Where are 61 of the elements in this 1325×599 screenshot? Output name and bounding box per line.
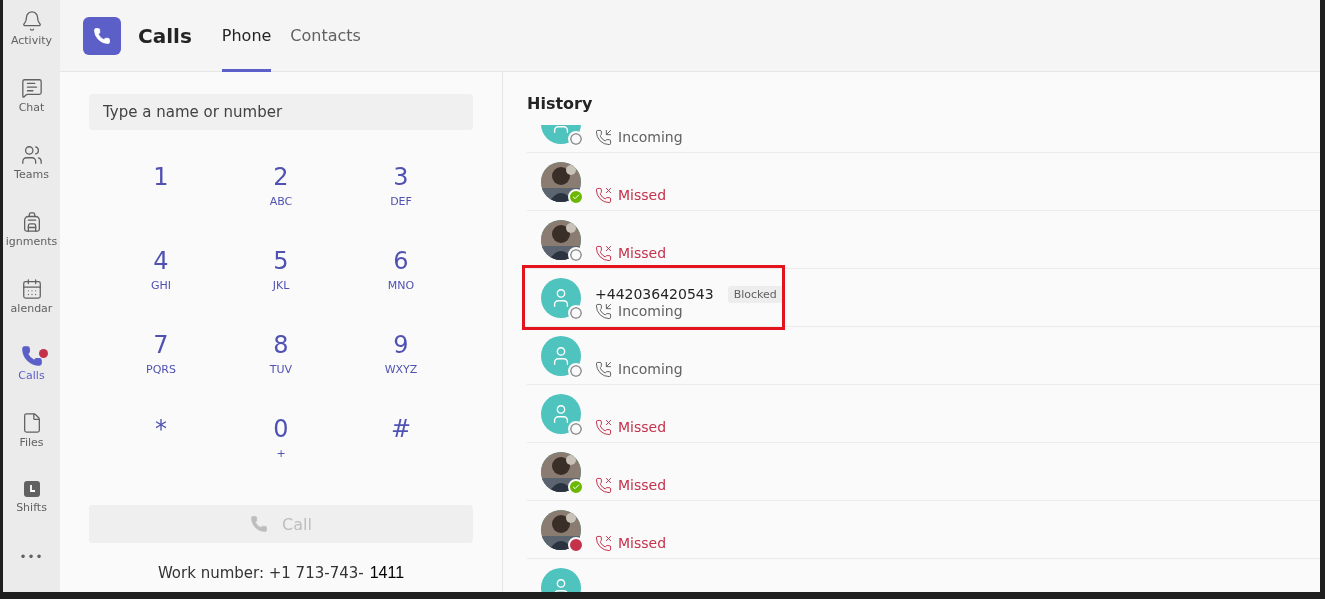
dial-key[interactable]: # xyxy=(341,414,461,498)
phone-number: +442036420543 xyxy=(595,286,714,302)
call-type: Incoming xyxy=(618,361,683,377)
rail-item[interactable]: Activity xyxy=(3,10,60,77)
dial-key[interactable]: 9 WXYZ xyxy=(341,330,461,414)
history-row[interactable]: Missed xyxy=(527,443,1320,501)
rail-item[interactable]: Teams xyxy=(3,144,60,211)
dial-key[interactable]: 3 DEF xyxy=(341,162,461,246)
phone-icon xyxy=(250,515,269,533)
work-number-suffix: 1411 xyxy=(369,564,405,582)
call-type: Missed xyxy=(618,477,667,493)
dial-key[interactable]: 0 + xyxy=(221,414,341,498)
dial-key[interactable]: 7 PQRS xyxy=(101,330,221,414)
calendar-icon xyxy=(20,278,43,300)
dial-key[interactable]: 2 ABC xyxy=(221,162,341,246)
phone-icon xyxy=(20,345,43,367)
history-row[interactable]: +442036420543 Blocked Incoming xyxy=(527,269,1320,327)
tab[interactable]: Contacts xyxy=(290,0,361,72)
people-icon xyxy=(20,144,43,166)
more-button[interactable]: ••• xyxy=(19,550,44,564)
history-title: History xyxy=(527,94,594,113)
missed-call-icon xyxy=(595,244,612,262)
missed-call-icon xyxy=(595,476,612,494)
history-row[interactable]: Missed xyxy=(527,211,1320,269)
incoming-call-icon xyxy=(595,128,612,146)
rail-item[interactable]: Chat xyxy=(3,77,60,144)
dial-key[interactable]: 8 TUV xyxy=(221,330,341,414)
incoming-call-icon xyxy=(595,360,612,378)
dial-key[interactable]: 4 GHI xyxy=(101,246,221,330)
missed-call-icon xyxy=(595,534,612,552)
rail-item[interactable]: ignments xyxy=(3,211,60,278)
phone-icon xyxy=(93,26,111,45)
work-number-label: Work number: +1 713-743- xyxy=(157,564,364,582)
call-type: Missed xyxy=(618,535,667,551)
history-row[interactable]: Incoming xyxy=(527,125,1320,153)
bell-icon xyxy=(20,10,43,32)
call-type: Missed xyxy=(618,187,667,203)
call-type: Missed xyxy=(618,245,667,261)
search-field[interactable]: Type a name or number xyxy=(89,94,473,130)
rail-item[interactable]: Shifts xyxy=(3,479,60,546)
blocked-tag: Blocked xyxy=(727,285,783,303)
missed-call-icon xyxy=(595,186,612,204)
page-title: Calls xyxy=(138,23,192,48)
dial-key[interactable]: 5 JKL xyxy=(221,246,341,330)
rail-item[interactable]: Files xyxy=(3,412,60,479)
dial-key[interactable]: 6 MNO xyxy=(341,246,461,330)
incoming-call-icon xyxy=(595,302,612,320)
chat-icon xyxy=(20,77,43,99)
history-row[interactable]: Missed xyxy=(527,153,1320,211)
clock-icon xyxy=(21,479,42,499)
history-row[interactable]: Missed xyxy=(527,501,1320,559)
call-type: Incoming xyxy=(618,129,683,145)
rail-item[interactable]: alendar xyxy=(3,278,60,345)
dial-key[interactable]: * xyxy=(101,414,221,498)
history-row[interactable]: Incoming xyxy=(527,327,1320,385)
call-type: Missed xyxy=(618,419,667,435)
rail-item[interactable]: Calls xyxy=(3,345,60,412)
dial-key[interactable]: 1 xyxy=(101,162,221,246)
call-type: Incoming xyxy=(618,303,683,319)
missed-call-icon xyxy=(595,418,612,436)
history-row[interactable]: Missed xyxy=(527,385,1320,443)
